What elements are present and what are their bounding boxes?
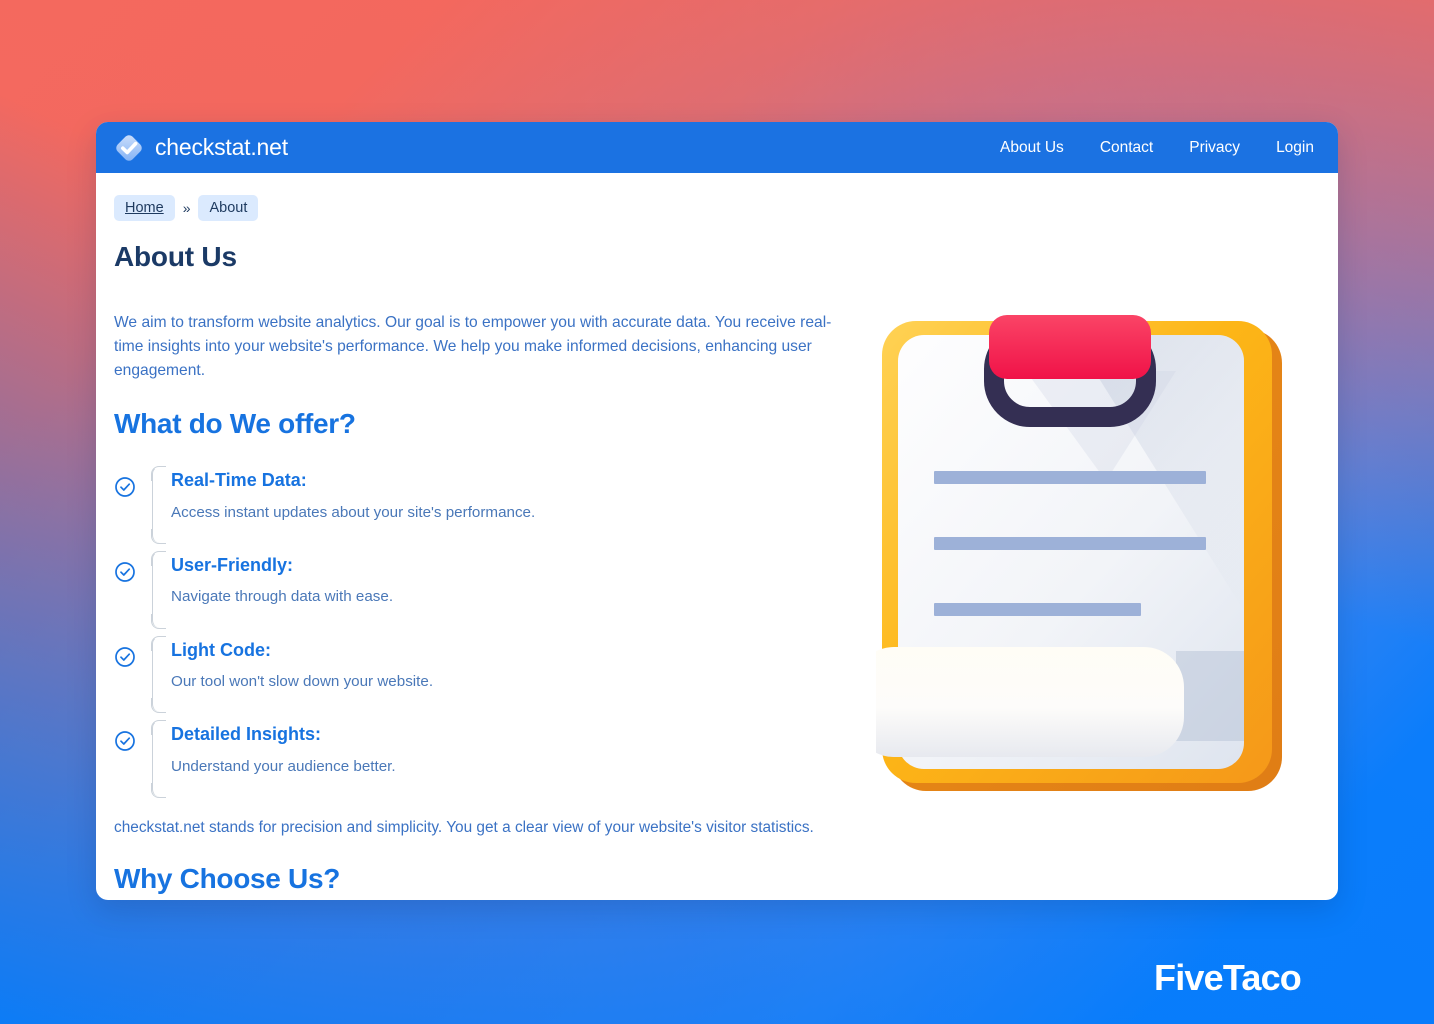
feature-body: User-Friendly: Navigate through data wit…	[151, 550, 394, 629]
clipboard-document-illustration	[876, 311, 1296, 792]
list-item: Light Code: Our tool won't slow down you…	[114, 635, 904, 713]
feature-description: Navigate through data with ease.	[171, 588, 394, 606]
main-nav: About Us Contact Privacy Login	[1000, 140, 1318, 156]
check-circle-icon	[114, 646, 136, 668]
breadcrumb: Home » About	[114, 195, 1302, 222]
nav-link-login[interactable]: Login	[1276, 140, 1314, 156]
feature-title: Light Code:	[171, 639, 271, 660]
list-item: Detailed Insights: Understand your audie…	[114, 720, 904, 798]
closing-paragraph: checkstat.net stands for precision and s…	[114, 818, 814, 836]
text-column: We aim to transform website analytics. O…	[114, 311, 904, 895]
feature-body: Light Code: Our tool won't slow down you…	[151, 635, 434, 713]
feature-description: Access instant updates about your site's…	[171, 503, 536, 521]
check-diamond-logo-icon	[114, 133, 144, 163]
intro-paragraph: We aim to transform website analytics. O…	[114, 314, 832, 379]
breadcrumb-home-link[interactable]: Home	[114, 195, 175, 222]
site-header: checkstat.net About Us Contact Privacy L…	[96, 122, 1338, 173]
list-item: Real-Time Data: Access instant updates a…	[114, 466, 904, 544]
feature-title: User-Friendly:	[171, 554, 294, 575]
feature-body: Detailed Insights: Understand your audie…	[151, 720, 396, 798]
check-circle-icon	[114, 561, 136, 583]
page-content: Home » About About Us We aim to transfor…	[96, 173, 1338, 900]
content-columns: We aim to transform website analytics. O…	[114, 311, 1302, 895]
check-circle-icon	[114, 730, 136, 752]
list-item: User-Friendly: Navigate through data wit…	[114, 550, 904, 629]
feature-description: Our tool won't slow down your website.	[171, 672, 434, 690]
feature-body: Real-Time Data: Access instant updates a…	[151, 466, 536, 544]
feature-list: Real-Time Data: Access instant updates a…	[114, 466, 904, 798]
why-choose-heading: Why Choose Us?	[114, 862, 341, 894]
brand-name: checkstat.net	[155, 134, 288, 160]
offer-heading: What do We offer?	[114, 408, 356, 440]
check-circle-icon	[114, 476, 136, 498]
feature-title: Detailed Insights:	[171, 724, 322, 745]
breadcrumb-separator: »	[182, 200, 191, 217]
page-card: checkstat.net About Us Contact Privacy L…	[96, 122, 1338, 900]
feature-description: Understand your audience better.	[171, 757, 396, 775]
feature-title: Real-Time Data:	[171, 470, 307, 491]
brand[interactable]: checkstat.net	[114, 133, 288, 163]
breadcrumb-current: About	[198, 195, 259, 222]
page-title: About Us	[114, 241, 237, 273]
nav-link-about-us[interactable]: About Us	[1000, 140, 1064, 156]
nav-link-contact[interactable]: Contact	[1100, 140, 1153, 156]
watermark: FiveTaco	[1154, 957, 1302, 998]
nav-link-privacy[interactable]: Privacy	[1189, 140, 1240, 156]
illustration-column	[876, 311, 1302, 895]
